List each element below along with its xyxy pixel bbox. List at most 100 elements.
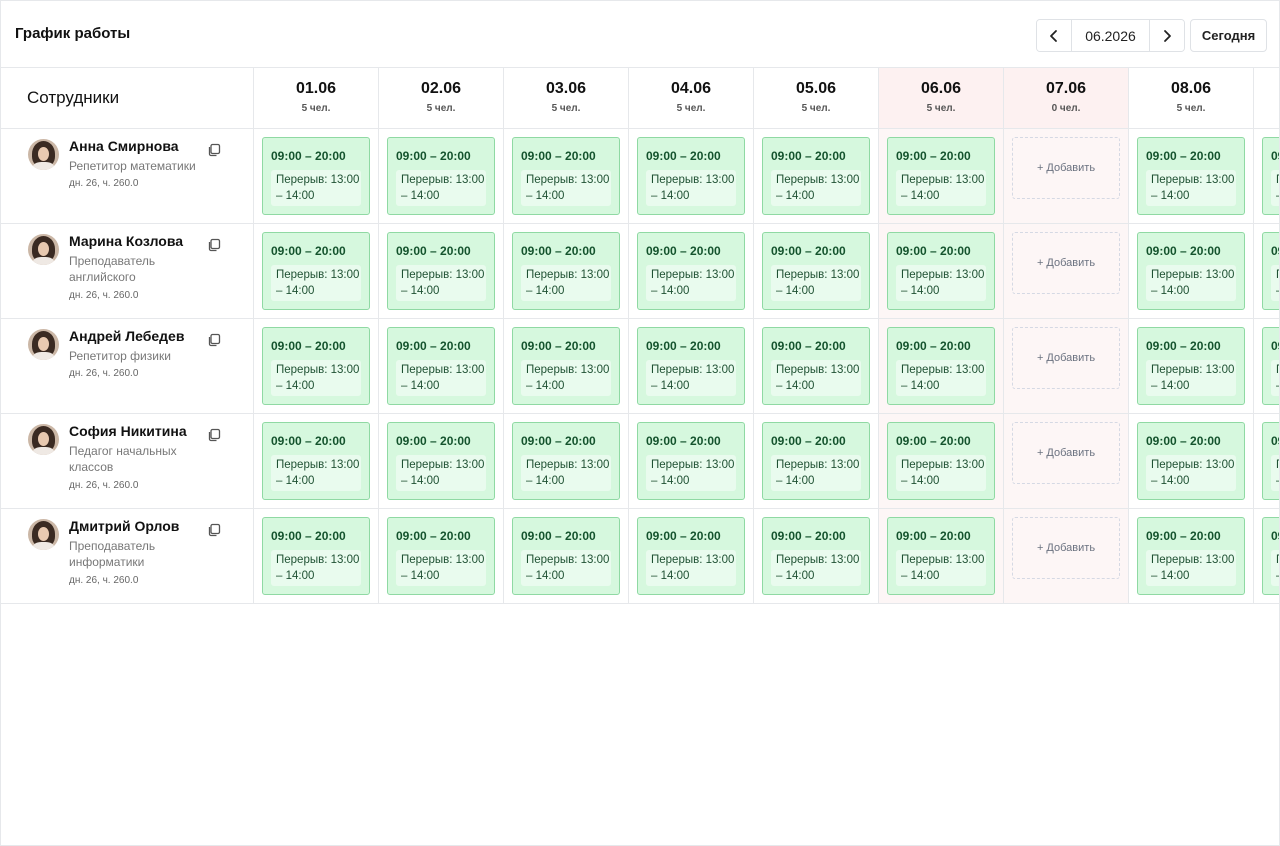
shift-break: Перерыв: 13:00 – 14:00: [1271, 170, 1279, 206]
shift-card[interactable]: 09:00 – 20:00 Перерыв: 13:00 – 14:00: [887, 137, 995, 215]
schedule-cell: + Добавить: [1003, 414, 1128, 508]
add-shift-button[interactable]: + Добавить: [1012, 517, 1120, 579]
shift-time: 09:00 – 20:00: [521, 244, 596, 258]
employee-role: Репетитор физики: [69, 349, 171, 363]
shift-time: 09:00 – 20:00: [271, 434, 346, 448]
avatar: [28, 139, 59, 170]
shift-card[interactable]: 09:00 – 20:00 Перерыв: 13:00 – 14:00: [1262, 327, 1279, 405]
schedule-cell: 09:00 – 20:00 Перерыв: 13:00 – 14:00: [378, 414, 503, 508]
shift-break: Перерыв: 13:00 – 14:00: [1271, 360, 1279, 396]
shift-card[interactable]: 09:00 – 20:00 Перерыв: 13:00 – 14:00: [1137, 422, 1245, 500]
shift-card[interactable]: 09:00 – 20:00 Перерыв: 13:00 – 14:00: [887, 232, 995, 310]
shift-card[interactable]: 09:00 – 20:00 Перерыв: 13:00 – 14:00: [637, 517, 745, 595]
shift-card[interactable]: 09:00 – 20:00 Перерыв: 13:00 – 14:00: [762, 422, 870, 500]
shift-break: Перерыв: 13:00 – 14:00: [521, 360, 611, 396]
shift-card[interactable]: 09:00 – 20:00 Перерыв: 13:00 – 14:00: [1137, 232, 1245, 310]
shift-card[interactable]: 09:00 – 20:00 Перерыв: 13:00 – 14:00: [387, 232, 495, 310]
shift-break: Перерыв: 13:00 – 14:00: [396, 170, 486, 206]
employee-name[interactable]: Анна Смирнова: [69, 138, 179, 154]
shift-card[interactable]: 09:00 – 20:00 Перерыв: 13:00 – 14:00: [262, 232, 370, 310]
next-period-button[interactable]: [1150, 20, 1184, 51]
shift-card[interactable]: 09:00 – 20:00 Перерыв: 13:00 – 14:00: [887, 422, 995, 500]
employee-name[interactable]: Дмитрий Орлов: [69, 518, 179, 534]
shift-card[interactable]: 09:00 – 20:00 Перерыв: 13:00 – 14:00: [1262, 422, 1279, 500]
shift-card[interactable]: 09:00 – 20:00 Перерыв: 13:00 – 14:00: [512, 422, 620, 500]
shift-card[interactable]: 09:00 – 20:00 Перерыв: 13:00 – 14:00: [762, 137, 870, 215]
copy-icon[interactable]: [207, 143, 221, 157]
avatar: [28, 234, 59, 265]
shift-card[interactable]: 09:00 – 20:00 Перерыв: 13:00 – 14:00: [1137, 327, 1245, 405]
schedule-cell: + Добавить: [1003, 224, 1128, 318]
shift-card[interactable]: 09:00 – 20:00 Перерыв: 13:00 – 14:00: [387, 137, 495, 215]
shift-card[interactable]: 09:00 – 20:00 Перерыв: 13:00 – 14:00: [637, 327, 745, 405]
shift-card[interactable]: 09:00 – 20:00 Перерыв: 13:00 – 14:00: [512, 232, 620, 310]
shift-card[interactable]: 09:00 – 20:00 Перерыв: 13:00 – 14:00: [262, 517, 370, 595]
today-button[interactable]: Сегодня: [1190, 19, 1267, 52]
shift-card[interactable]: 09:00 – 20:00 Перерыв: 13:00 – 14:00: [262, 137, 370, 215]
employee-name[interactable]: София Никитина: [69, 423, 187, 439]
employee-role: Репетитор математики: [69, 159, 196, 173]
shift-time: 09:00 – 20:00: [1146, 149, 1221, 163]
shift-card[interactable]: 09:00 – 20:00 Перерыв: 13:00 – 14:00: [387, 422, 495, 500]
shift-time: 09:00 – 20:00: [396, 529, 471, 543]
day-staff-count: 5 чел.: [676, 103, 706, 114]
shift-break: Перерыв: 13:00 – 14:00: [1271, 455, 1279, 491]
day-header: 09.06 5 чел.: [1253, 68, 1279, 128]
shift-card[interactable]: 09:00 – 20:00 Перерыв: 13:00 – 14:00: [637, 422, 745, 500]
shift-time: 09:00 – 20:00: [771, 149, 846, 163]
shift-card[interactable]: 09:00 – 20:00 Перерыв: 13:00 – 14:00: [1262, 232, 1279, 310]
shift-break: Перерыв: 13:00 – 14:00: [1146, 455, 1236, 491]
copy-icon[interactable]: [207, 428, 221, 442]
shift-card[interactable]: 09:00 – 20:00 Перерыв: 13:00 – 14:00: [762, 232, 870, 310]
shift-card[interactable]: 09:00 – 20:00 Перерыв: 13:00 – 14:00: [512, 517, 620, 595]
schedule-cell: + Добавить: [1003, 129, 1128, 223]
shift-time: 09:00 – 20:00: [771, 434, 846, 448]
shift-card[interactable]: 09:00 – 20:00 Перерыв: 13:00 – 14:00: [887, 517, 995, 595]
shift-card[interactable]: 09:00 – 20:00 Перерыв: 13:00 – 14:00: [1137, 517, 1245, 595]
schedule-cell: 09:00 – 20:00 Перерыв: 13:00 – 14:00: [753, 414, 878, 508]
shift-card[interactable]: 09:00 – 20:00 Перерыв: 13:00 – 14:00: [762, 327, 870, 405]
avatar: [28, 329, 59, 360]
shift-break: Перерыв: 13:00 – 14:00: [271, 265, 361, 301]
add-shift-button[interactable]: + Добавить: [1012, 422, 1120, 484]
shift-card[interactable]: 09:00 – 20:00 Перерыв: 13:00 – 14:00: [512, 137, 620, 215]
shift-card[interactable]: 09:00 – 20:00 Перерыв: 13:00 – 14:00: [637, 232, 745, 310]
chevron-right-icon: [1164, 29, 1171, 42]
add-shift-button[interactable]: + Добавить: [1012, 232, 1120, 294]
schedule-cell: 09:00 – 20:00 Перерыв: 13:00 – 14:00: [1253, 319, 1279, 413]
employee-row: Марина Козлова Преподаватель английского д…: [1, 224, 1279, 319]
shift-card[interactable]: 09:00 – 20:00 Перерыв: 13:00 – 14:00: [262, 327, 370, 405]
shift-card[interactable]: 09:00 – 20:00 Перерыв: 13:00 – 14:00: [887, 327, 995, 405]
copy-icon[interactable]: [207, 238, 221, 252]
avatar: [28, 424, 59, 455]
shift-break: Перерыв: 13:00 – 14:00: [271, 170, 361, 206]
shift-card[interactable]: 09:00 – 20:00 Перерыв: 13:00 – 14:00: [1262, 517, 1279, 595]
shift-card[interactable]: 09:00 – 20:00 Перерыв: 13:00 – 14:00: [387, 517, 495, 595]
schedule-cell: 09:00 – 20:00 Перерыв: 13:00 – 14:00: [628, 319, 753, 413]
shift-card[interactable]: 09:00 – 20:00 Перерыв: 13:00 – 14:00: [637, 137, 745, 215]
shift-card[interactable]: 09:00 – 20:00 Перерыв: 13:00 – 14:00: [1137, 137, 1245, 215]
employee-name[interactable]: Марина Козлова: [69, 233, 183, 249]
day-header: 04.06 5 чел.: [628, 68, 753, 128]
copy-icon[interactable]: [207, 523, 221, 537]
shift-card[interactable]: 09:00 – 20:00 Перерыв: 13:00 – 14:00: [762, 517, 870, 595]
shift-time: 09:00 – 20:00: [1146, 529, 1221, 543]
add-shift-button[interactable]: + Добавить: [1012, 137, 1120, 199]
employee-row: Дмитрий Орлов Преподаватель информатики дн…: [1, 509, 1279, 604]
shift-break: Перерыв: 13:00 – 14:00: [1146, 360, 1236, 396]
copy-icon[interactable]: [207, 333, 221, 347]
shift-time: 09:00 – 20:00: [1146, 339, 1221, 353]
shift-card[interactable]: 09:00 – 20:00 Перерыв: 13:00 – 14:00: [262, 422, 370, 500]
add-shift-button[interactable]: + Добавить: [1012, 327, 1120, 389]
prev-period-button[interactable]: [1037, 20, 1071, 51]
current-period[interactable]: 06.2026: [1071, 20, 1150, 51]
shift-card[interactable]: 09:00 – 20:00 Перерыв: 13:00 – 14:00: [387, 327, 495, 405]
shift-card[interactable]: 09:00 – 20:00 Перерыв: 13:00 – 14:00: [1262, 137, 1279, 215]
day-header: 02.06 5 чел.: [378, 68, 503, 128]
shift-break: Перерыв: 13:00 – 14:00: [1271, 265, 1279, 301]
schedule-cell: 09:00 – 20:00 Перерыв: 13:00 – 14:00: [1253, 414, 1279, 508]
day-staff-count: 5 чел.: [1254, 103, 1279, 114]
shift-card[interactable]: 09:00 – 20:00 Перерыв: 13:00 – 14:00: [512, 327, 620, 405]
employee-name[interactable]: Андрей Лебедев: [69, 328, 184, 344]
shift-time: 09:00 – 20:00: [896, 339, 971, 353]
